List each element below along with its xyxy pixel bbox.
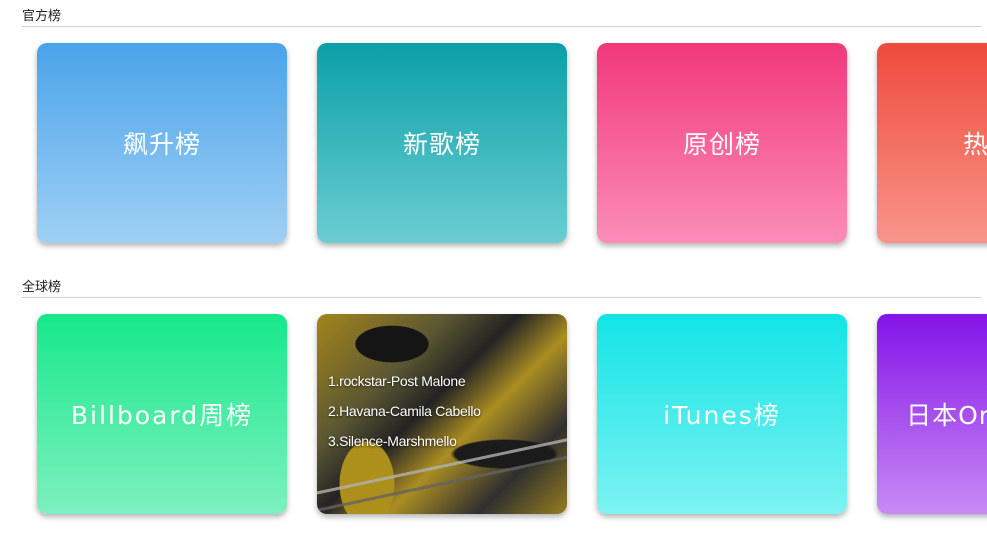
global-card-row: Billboard周榜 1.rockstar-Post Malone 2.Hav…	[22, 298, 987, 514]
card-label: 热歌榜	[962, 130, 987, 159]
track-item: 2.Havana-Camila Cabello	[328, 403, 481, 419]
billboard-chart-card[interactable]: Billboard周榜	[37, 314, 287, 514]
chart-list-page: 官方榜 飙升榜 新歌榜 原创榜 热歌榜 全球榜 Billboard周榜	[0, 0, 987, 544]
new-songs-chart-card[interactable]: 新歌榜	[317, 43, 567, 243]
global-charts-section: 全球榜 Billboard周榜 1.rockstar-Post Malone 2…	[22, 277, 987, 514]
japan-oricon-chart-card[interactable]: 日本Oricon周榜	[877, 314, 987, 514]
card-label: Billboard周榜	[70, 401, 254, 430]
section-title: 官方榜	[22, 6, 981, 27]
card-label: 新歌榜	[402, 130, 481, 159]
track-item: 3.Silence-Marshmello	[328, 433, 457, 449]
section-title: 全球榜	[22, 277, 981, 298]
top-tracks-list: 1.rockstar-Post Malone 2.Havana-Camila C…	[328, 366, 481, 456]
official-charts-section: 官方榜 飙升榜 新歌榜 原创榜 热歌榜	[22, 6, 987, 243]
card-label: iTunes榜	[663, 401, 781, 430]
album-art-chart-card[interactable]: 1.rockstar-Post Malone 2.Havana-Camila C…	[317, 314, 567, 514]
official-card-row: 飙升榜 新歌榜 原创榜 热歌榜	[22, 27, 987, 243]
card-label: 原创榜	[682, 130, 761, 159]
card-label: 日本Oricon周榜	[906, 401, 987, 430]
soaring-chart-card[interactable]: 飙升榜	[37, 43, 287, 243]
itunes-chart-card[interactable]: iTunes榜	[597, 314, 847, 514]
track-item: 1.rockstar-Post Malone	[328, 373, 466, 389]
original-chart-card[interactable]: 原创榜	[597, 43, 847, 243]
card-label: 飙升榜	[122, 130, 201, 159]
hot-songs-chart-card[interactable]: 热歌榜	[877, 43, 987, 243]
